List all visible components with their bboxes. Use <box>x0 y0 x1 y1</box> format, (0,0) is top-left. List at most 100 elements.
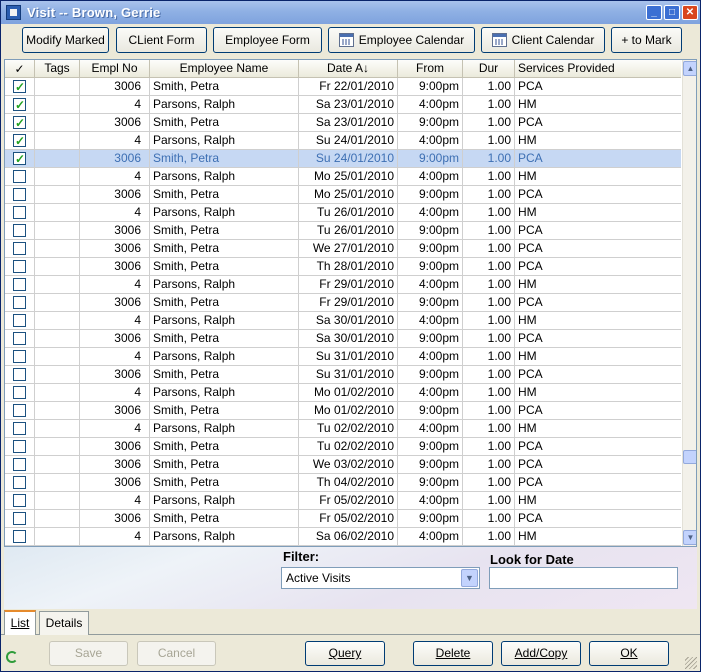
cell-date[interactable]: Tu 02/02/2010 <box>299 420 398 437</box>
table-row[interactable]: 4 Parsons, Ralph Mo 25/01/2010 4:00pm 1.00 HM <box>5 168 681 186</box>
cell-date[interactable]: Fr 05/02/2010 <box>299 492 398 509</box>
cell-tags[interactable] <box>35 312 80 329</box>
cell-empl-no[interactable]: 3006 <box>80 114 150 131</box>
cell-tags[interactable] <box>35 96 80 113</box>
cell-services[interactable]: PCA <box>515 474 681 491</box>
close-icon[interactable]: ✕ <box>682 5 698 20</box>
cell-from[interactable]: 4:00pm <box>398 384 463 401</box>
cell-employee-name[interactable]: Smith, Petra <box>150 222 299 239</box>
cell-date[interactable]: We 27/01/2010 <box>299 240 398 257</box>
cell-dur[interactable]: 1.00 <box>463 456 515 473</box>
cell-from[interactable]: 9:00pm <box>398 294 463 311</box>
cell-services[interactable]: HM <box>515 168 681 185</box>
cell-empl-no[interactable]: 4 <box>80 132 150 149</box>
row-checkbox-cell[interactable] <box>5 420 35 437</box>
row-checkbox[interactable] <box>13 422 26 435</box>
cell-employee-name[interactable]: Smith, Petra <box>150 366 299 383</box>
header-services[interactable]: Services Provided <box>515 60 681 78</box>
cell-date[interactable]: Tu 26/01/2010 <box>299 204 398 221</box>
cell-from[interactable]: 4:00pm <box>398 528 463 545</box>
cell-empl-no[interactable]: 3006 <box>80 240 150 257</box>
cell-date[interactable]: Mo 25/01/2010 <box>299 186 398 203</box>
cell-employee-name[interactable]: Smith, Petra <box>150 438 299 455</box>
table-row[interactable]: 3006 Smith, Petra We 03/02/2010 9:00pm 1.00 P… <box>5 456 681 474</box>
row-checkbox[interactable] <box>13 350 26 363</box>
scroll-up-icon[interactable]: ▲ <box>683 61 696 76</box>
cell-tags[interactable] <box>35 294 80 311</box>
row-checkbox-cell[interactable] <box>5 186 35 203</box>
cell-tags[interactable] <box>35 402 80 419</box>
cell-from[interactable]: 9:00pm <box>398 258 463 275</box>
cell-from[interactable]: 4:00pm <box>398 420 463 437</box>
cell-services[interactable]: PCA <box>515 330 681 347</box>
cell-employee-name[interactable]: Smith, Petra <box>150 150 299 167</box>
cell-services[interactable]: PCA <box>515 402 681 419</box>
table-row[interactable]: 3006 Smith, Petra We 27/01/2010 9:00pm 1.00 P… <box>5 240 681 258</box>
table-row[interactable]: 3006Smith, PetraSu 24/01/20109:00pm1.00P… <box>5 150 681 168</box>
table-row[interactable]: 3006Smith, PetraSa 23/01/20109:00pm1.00P… <box>5 114 681 132</box>
table-row[interactable]: 4 Parsons, Ralph Mo 01/02/2010 4:00pm 1.00 HM <box>5 384 681 402</box>
cell-from[interactable]: 9:00pm <box>398 438 463 455</box>
cell-from[interactable]: 9:00pm <box>398 114 463 131</box>
table-row[interactable]: 3006 Smith, Petra Sa 30/01/2010 9:00pm 1.00 P… <box>5 330 681 348</box>
cell-employee-name[interactable]: Parsons, Ralph <box>150 204 299 221</box>
cell-empl-no[interactable]: 3006 <box>80 456 150 473</box>
cell-tags[interactable] <box>35 240 80 257</box>
header-check[interactable]: ✓ <box>5 60 35 78</box>
table-row[interactable]: 4 Parsons, Ralph Su 31/01/2010 4:00pm 1.00 HM <box>5 348 681 366</box>
cell-services[interactable]: HM <box>515 492 681 509</box>
row-checkbox-cell[interactable] <box>5 150 35 167</box>
cell-services[interactable]: PCA <box>515 150 681 167</box>
row-checkbox-cell[interactable] <box>5 96 35 113</box>
cell-dur[interactable]: 1.00 <box>463 402 515 419</box>
row-checkbox-cell[interactable] <box>5 312 35 329</box>
cell-empl-no[interactable]: 3006 <box>80 438 150 455</box>
delete-button[interactable]: Delete <box>413 641 493 666</box>
cell-date[interactable]: Sa 30/01/2010 <box>299 312 398 329</box>
cell-tags[interactable] <box>35 438 80 455</box>
cell-date[interactable]: Su 24/01/2010 <box>299 150 398 167</box>
cell-employee-name[interactable]: Parsons, Ralph <box>150 132 299 149</box>
cell-empl-no[interactable]: 4 <box>80 348 150 365</box>
cell-date[interactable]: Su 24/01/2010 <box>299 132 398 149</box>
row-checkbox[interactable] <box>13 494 26 507</box>
cell-employee-name[interactable]: Parsons, Ralph <box>150 96 299 113</box>
cell-tags[interactable] <box>35 474 80 491</box>
cell-date[interactable]: Fr 29/01/2010 <box>299 294 398 311</box>
cell-empl-no[interactable]: 3006 <box>80 186 150 203</box>
cell-services[interactable]: PCA <box>515 456 681 473</box>
cell-dur[interactable]: 1.00 <box>463 330 515 347</box>
row-checkbox[interactable] <box>13 386 26 399</box>
table-row[interactable]: 4 Parsons, Ralph Sa 06/02/2010 4:00pm 1.00 HM <box>5 528 681 546</box>
row-checkbox-cell[interactable] <box>5 114 35 131</box>
cell-services[interactable]: HM <box>515 204 681 221</box>
cell-services[interactable]: PCA <box>515 438 681 455</box>
row-checkbox[interactable] <box>13 404 26 417</box>
cell-employee-name[interactable]: Parsons, Ralph <box>150 492 299 509</box>
modify-marked-button[interactable]: Modify Marked <box>22 27 109 53</box>
cell-dur[interactable]: 1.00 <box>463 132 515 149</box>
cell-services[interactable]: HM <box>515 96 681 113</box>
cell-from[interactable]: 9:00pm <box>398 240 463 257</box>
cell-dur[interactable]: 1.00 <box>463 438 515 455</box>
cell-date[interactable]: Su 31/01/2010 <box>299 366 398 383</box>
table-row[interactable]: 3006 Smith, Petra Tu 26/01/2010 9:00pm 1.00 P… <box>5 222 681 240</box>
cell-tags[interactable] <box>35 168 80 185</box>
cell-empl-no[interactable]: 4 <box>80 492 150 509</box>
cell-date[interactable]: Su 31/01/2010 <box>299 348 398 365</box>
cell-empl-no[interactable]: 3006 <box>80 474 150 491</box>
cell-date[interactable]: Sa 06/02/2010 <box>299 528 398 545</box>
row-checkbox-cell[interactable] <box>5 474 35 491</box>
cell-tags[interactable] <box>35 510 80 527</box>
vertical-scrollbar[interactable]: ▲ ▼ <box>682 60 696 546</box>
cell-tags[interactable] <box>35 528 80 545</box>
row-checkbox-cell[interactable] <box>5 366 35 383</box>
row-checkbox-cell[interactable] <box>5 384 35 401</box>
cell-date[interactable]: We 03/02/2010 <box>299 456 398 473</box>
cell-employee-name[interactable]: Smith, Petra <box>150 510 299 527</box>
cell-empl-no[interactable]: 3006 <box>80 366 150 383</box>
cancel-button[interactable]: Cancel <box>137 641 216 666</box>
cell-date[interactable]: Sa 23/01/2010 <box>299 96 398 113</box>
cell-dur[interactable]: 1.00 <box>463 150 515 167</box>
maximize-icon[interactable]: □ <box>664 5 680 20</box>
